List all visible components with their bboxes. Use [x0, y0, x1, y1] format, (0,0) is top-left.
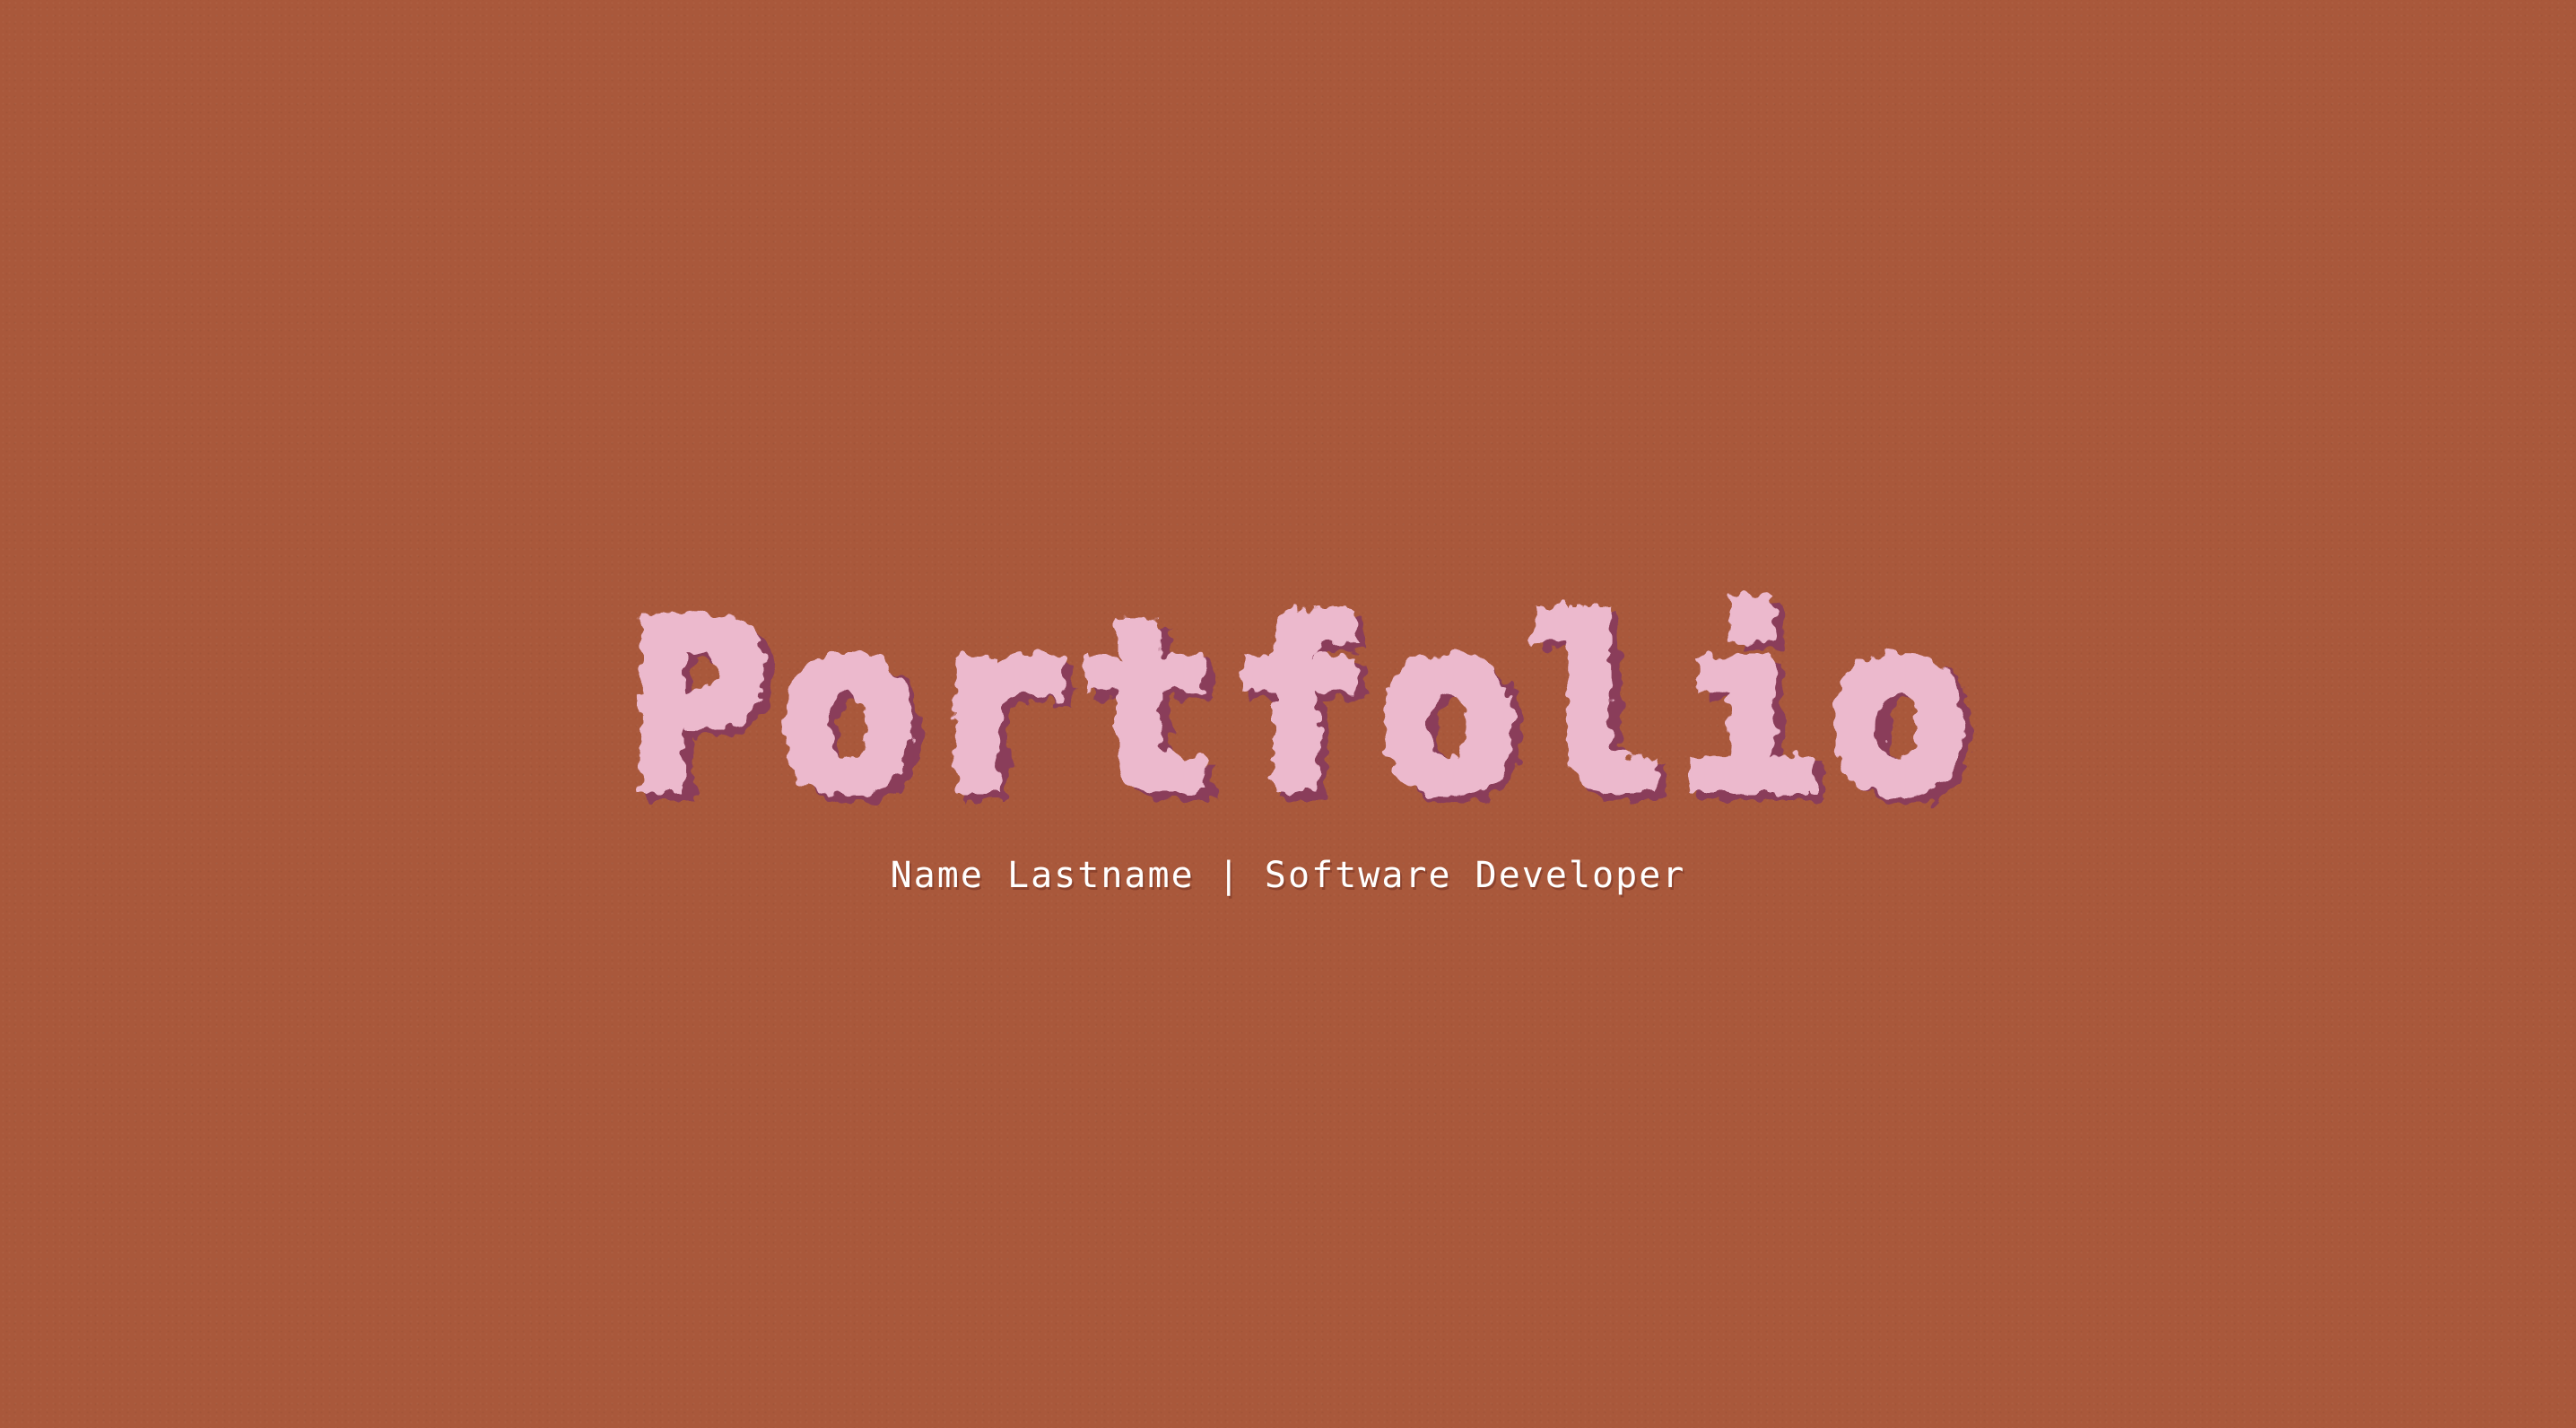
subtitle-name-role: Name Lastname | Software Developer [890, 855, 1686, 896]
title-main-text: Portfolio [628, 573, 1979, 842]
portfolio-title: Portfolio Portfolio [628, 573, 1977, 849]
portfolio-title-graphic: Portfolio Portfolio [628, 573, 1977, 849]
page-background: Portfolio Portfolio Name Lastname | Soft… [0, 0, 2576, 1428]
hero-section: Portfolio Portfolio Name Lastname | Soft… [0, 0, 2576, 1428]
